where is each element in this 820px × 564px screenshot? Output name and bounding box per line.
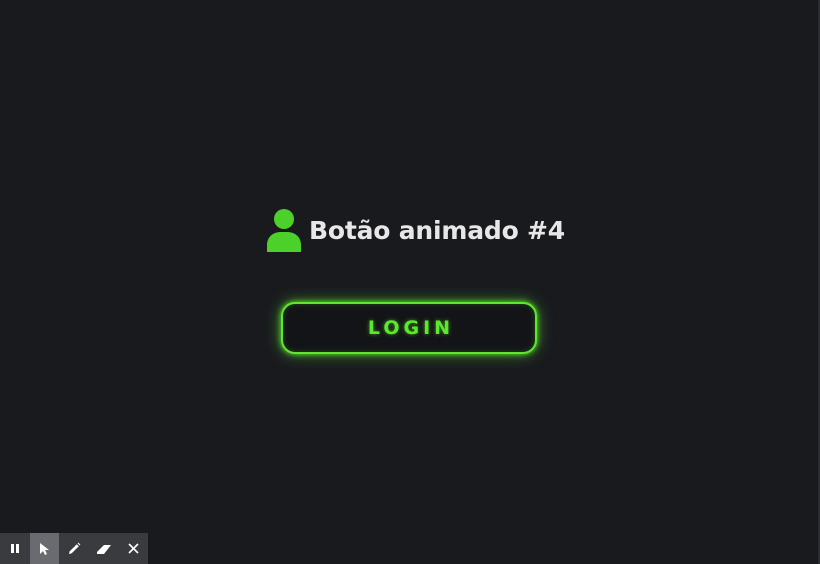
page-title: Botão animado #4 (309, 215, 566, 245)
page-heading: Botão animado #4 (265, 207, 565, 253)
close-icon (128, 543, 139, 554)
eraser-icon (96, 544, 111, 554)
pause-icon (10, 544, 19, 553)
close-toolbar-button[interactable] (118, 533, 148, 564)
login-button[interactable]: LOGIN (281, 302, 537, 354)
login-button-label: LOGIN (367, 317, 455, 339)
pointer-tool-button[interactable] (29, 533, 60, 564)
pen-tool-button[interactable] (59, 533, 89, 564)
drawing-toolbar (0, 533, 148, 564)
user-icon (267, 209, 301, 252)
pen-icon (68, 542, 81, 554)
pause-button[interactable] (0, 533, 30, 564)
pointer-icon (40, 542, 50, 555)
eraser-tool-button[interactable] (89, 533, 119, 564)
page-canvas: Botão animado #4 LOGIN (0, 0, 820, 564)
